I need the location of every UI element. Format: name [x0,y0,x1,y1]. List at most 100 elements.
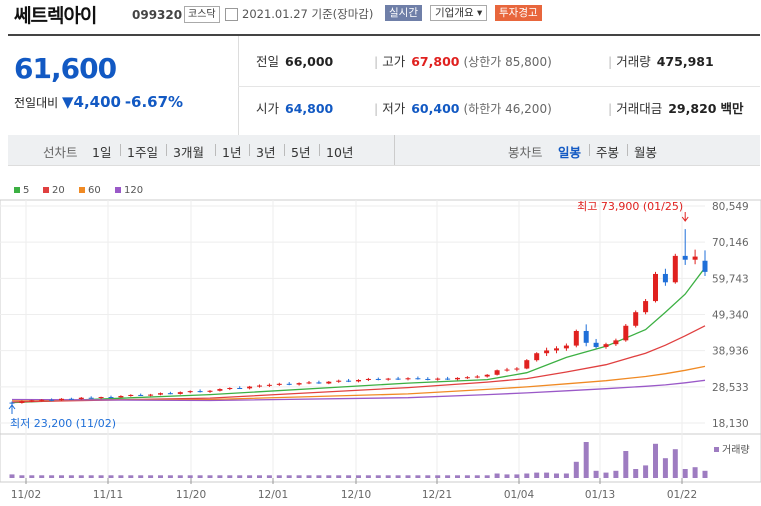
period-10y[interactable]: 10년 [326,142,353,161]
volume-bar [484,475,490,478]
candle-body [662,273,668,283]
stock-code: 099320 [132,8,183,22]
candle-body [633,312,639,326]
x-tick-label: 11/02 [11,489,41,501]
period-1y[interactable]: 1년 [222,142,241,161]
period-monthly[interactable]: 월봉 [634,142,657,161]
candle-body [187,391,193,393]
candle-body [49,399,55,401]
volume-bar [296,475,302,478]
candle-body [167,393,173,395]
candle-body [425,378,431,380]
volume-bar [247,475,253,478]
volume-bar [9,474,15,478]
volume-bar [306,475,312,478]
quote-date: 2021.01.27 기준(장마감) [242,7,374,21]
candle-body [504,369,510,371]
period-3m[interactable]: 3개월 [173,142,204,161]
period-weekly[interactable]: 주봉 [596,142,619,161]
volume-bar [662,458,668,478]
period-1d[interactable]: 1일 [92,142,111,161]
volume-bar [653,443,658,478]
line-chart-label: 선차트 [43,145,78,160]
volume-bar [207,475,213,478]
y-tick-label: 59,743 [712,273,749,285]
trade-amount: | 거래대금 29,820 백만 [608,101,744,116]
candle-body [19,401,25,403]
y-tick-label: 38,936 [712,346,749,358]
candle-body [623,325,629,341]
candle-body [237,387,243,389]
company-overview-dropdown[interactable]: 기업개요 ▾ [430,5,488,21]
price-chart: 5 20 60 120 80,549 70,146 59,743 49,340 38,936 28… [0,185,761,501]
candle-body [692,256,698,260]
volume-bar [395,475,401,478]
legend-label: 120 [124,185,143,196]
candle-body [326,381,332,384]
volume-bar [573,461,579,478]
volume-bar [375,475,381,478]
volume-bar [68,475,74,478]
candle-body [554,348,559,351]
price-change: 전일대비 ▼4,400 -6.67% [14,93,183,111]
x-tick-label: 01/22 [667,489,697,501]
candle-body [435,378,441,380]
volume-bar [177,475,183,478]
volume-bar [702,470,708,478]
candle-body [118,395,124,398]
volume-bar [128,475,134,478]
candle-body [445,378,451,380]
period-5y[interactable]: 5년 [291,142,310,161]
legend-swatch [79,187,85,193]
volume-bar [227,475,233,478]
realtime-button[interactable]: 실시간 [385,5,422,21]
market-badge: 코스닥 [184,6,220,23]
candle-body [682,255,688,260]
candle-body [9,402,15,404]
candle-body [643,301,649,313]
volume-bar [59,475,64,478]
candle-body [286,383,292,385]
volume-bar [148,475,154,478]
open-price: 시가 64,800 [256,101,334,116]
candle-body [306,382,312,384]
volume-bar [593,470,599,478]
low-price: | 저가 60,400 (하한가 46,200) [374,101,552,116]
period-1w[interactable]: 1주일 [127,142,158,161]
candle-body [148,394,154,396]
candle-body [455,377,460,380]
quote-panel: 61,600 전일대비 ▼4,400 -6.67% 전일 66,000 | 고가 67… [8,34,760,138]
change-label: 전일대비 [14,96,59,110]
stock-name: 쎄트렉아이 [14,5,97,27]
min-arrow [8,404,16,414]
candle-body [702,260,708,272]
candle-body [227,387,233,390]
calendar-icon [225,8,238,21]
volume-bar [197,475,203,478]
candle-body [316,382,322,384]
candle-body [346,380,352,382]
high-price: | 고가 67,800 (상한가 85,800) [374,54,552,69]
y-tick-label: 70,146 [712,237,749,249]
candle-body [653,273,658,302]
candle-body [524,360,530,369]
period-3y[interactable]: 3년 [256,142,275,161]
investment-warning-badge[interactable]: 투자경고 [495,5,542,21]
candle-body [534,353,540,361]
candle-body [59,398,64,401]
volume-bar [613,470,619,478]
volume-bar [158,475,163,478]
volume-bar [257,475,262,478]
min-price-label: 최저 23,200 (11/02) [10,417,116,430]
volume-bar [445,475,451,478]
change-amount: ▼4,400 [62,93,121,111]
period-daily[interactable]: 일봉 [558,142,581,161]
divider [238,86,760,87]
volume-bar [405,475,411,478]
period-selector: 선차트 1일 1주일 3개월 1년 3년 5년 10년 봉차트 일봉 주봉 월봉 [8,135,760,166]
volume-bar [643,465,649,478]
x-tick-label: 11/11 [93,489,123,501]
candle-body [356,379,361,382]
candle-body [197,391,203,393]
volume-bar [98,475,104,478]
